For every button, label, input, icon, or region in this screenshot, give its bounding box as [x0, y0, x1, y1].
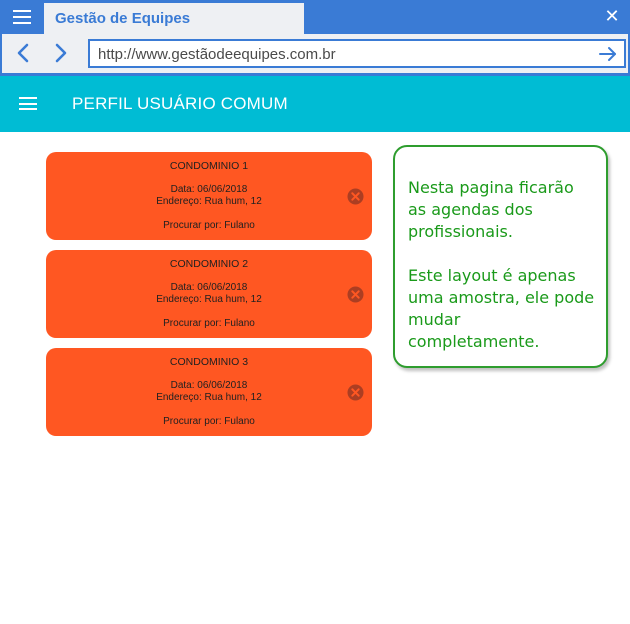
tab-title: Gestão de Equipes	[55, 10, 191, 27]
card-address: Endereço: Rua hum, 12	[156, 294, 262, 305]
close-icon[interactable]: ✕	[604, 6, 620, 26]
url-input[interactable]	[98, 45, 578, 63]
card-requested-by: Procurar por: Fulano	[163, 318, 255, 329]
card-requested-by: Procurar por: Fulano	[163, 416, 255, 427]
browser-menu-button[interactable]	[0, 0, 44, 34]
remove-circle-icon[interactable]	[347, 384, 364, 401]
browser-tab[interactable]: Gestão de Equipes	[44, 3, 304, 34]
remove-circle-icon[interactable]	[347, 188, 364, 205]
chevron-right-icon[interactable]	[50, 42, 70, 64]
card-address: Endereço: Rua hum, 12	[156, 392, 262, 403]
hamburger-icon	[13, 10, 31, 24]
app-bar: PERFIL USUÁRIO COMUM	[0, 76, 630, 132]
card-date: Data: 06/06/2018	[170, 282, 248, 293]
card-title: CONDOMINIO 2	[169, 258, 249, 270]
address-bar[interactable]	[88, 39, 626, 68]
card-title: CONDOMINIO 1	[169, 160, 249, 172]
note-paragraph: Este layout é apenas uma amostra, ele po…	[408, 266, 595, 351]
hamburger-icon[interactable]	[19, 97, 37, 110]
card-requested-by: Procurar por: Fulano	[163, 220, 255, 231]
remove-circle-icon[interactable]	[347, 286, 364, 303]
note-paragraph: Nesta pagina ficarão as agendas dos prof…	[408, 178, 574, 241]
card-date: Data: 06/06/2018	[170, 380, 248, 391]
page-title: PERFIL USUÁRIO COMUM	[72, 94, 288, 113]
chevron-left-icon[interactable]	[14, 42, 34, 64]
browser-window-chrome: Gestão de Equipes ✕	[0, 0, 630, 76]
card-address: Endereço: Rua hum, 12	[156, 196, 262, 207]
card-title: CONDOMINIO 3	[169, 356, 249, 368]
schedule-card[interactable]: CONDOMINIO 1 Data: 06/06/2018 Endereço: …	[46, 152, 372, 240]
schedule-card[interactable]: CONDOMINIO 2 Data: 06/06/2018 Endereço: …	[46, 250, 372, 338]
annotation-note: Nesta pagina ficarão as agendas dos prof…	[393, 145, 608, 368]
schedule-card[interactable]: CONDOMINIO 3 Data: 06/06/2018 Endereço: …	[46, 348, 372, 436]
browser-navigation-bar	[2, 34, 628, 73]
arrow-right-icon[interactable]	[598, 45, 618, 63]
card-date: Data: 06/06/2018	[170, 184, 248, 195]
